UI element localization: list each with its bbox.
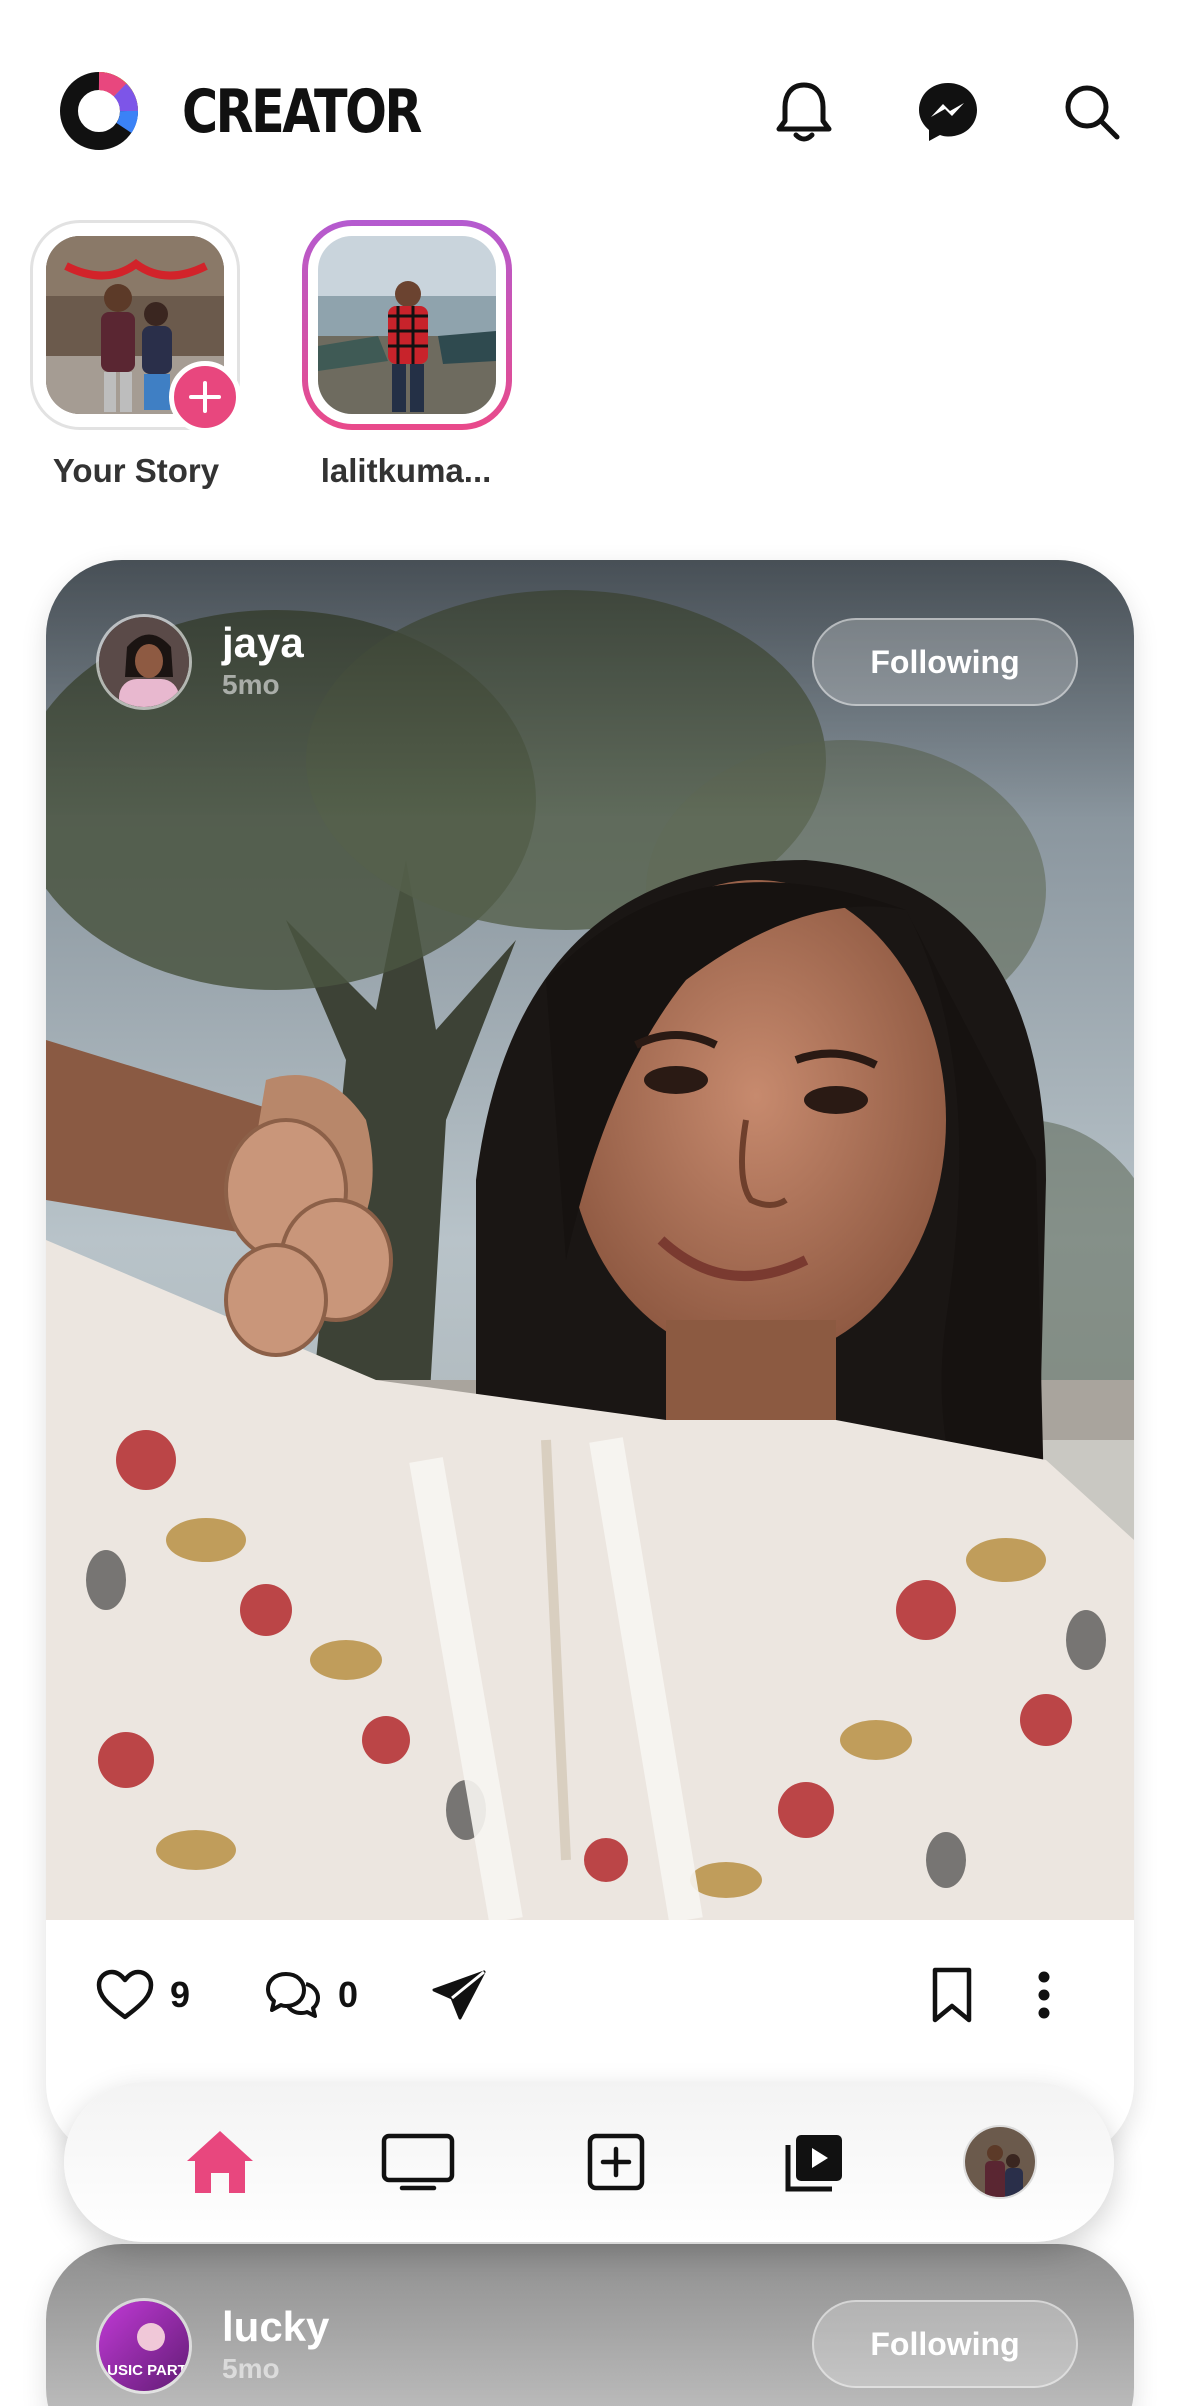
post-timestamp: 5mo — [222, 2353, 280, 2384]
nav-create[interactable] — [566, 2112, 666, 2212]
avatar-text: USIC PART — [107, 2362, 187, 2379]
comment-icon[interactable] — [264, 1970, 322, 2020]
following-button[interactable]: Following — [812, 618, 1078, 706]
add-story-button[interactable] — [169, 361, 241, 433]
more-options[interactable] — [1036, 1960, 1052, 2030]
send-icon[interactable] — [430, 1968, 488, 2022]
like-action[interactable]: 9 — [96, 1960, 190, 2030]
search-icon[interactable] — [1052, 72, 1132, 152]
post-author[interactable]: jaya 5mo — [96, 614, 304, 710]
following-button[interactable]: Following — [812, 2300, 1078, 2388]
nav-tv[interactable] — [368, 2112, 468, 2212]
post-card: jaya 5mo Following 9 0 — [46, 560, 1134, 2160]
post-author-name[interactable]: jaya — [222, 620, 304, 666]
nav-profile[interactable] — [950, 2112, 1050, 2212]
post-photo[interactable] — [46, 560, 1134, 1920]
bell-icon[interactable] — [764, 72, 844, 152]
bookmark-icon[interactable] — [930, 1966, 974, 2024]
share-action[interactable] — [430, 1960, 488, 2030]
story-your-story[interactable] — [30, 220, 241, 433]
more-vertical-icon[interactable] — [1036, 1970, 1052, 2020]
post-card: USIC PART lucky 5mo Following — [46, 2244, 1134, 2406]
story-lalitkuma[interactable] — [302, 220, 512, 430]
home-icon[interactable] — [183, 2127, 257, 2197]
post-author-avatar[interactable]: USIC PART — [96, 2298, 192, 2394]
lalitkuma-story-thumbnail — [318, 236, 496, 414]
post-author[interactable]: USIC PART lucky 5mo — [96, 2298, 329, 2394]
plus-icon — [189, 381, 221, 413]
bottom-navigation — [64, 2082, 1114, 2242]
messenger-icon[interactable] — [908, 72, 988, 152]
heart-icon[interactable] — [96, 1969, 154, 2021]
comment-action[interactable]: 0 — [264, 1960, 358, 2030]
story-label-lalitkuma: lalitkuma... — [320, 452, 492, 489]
tv-icon[interactable] — [380, 2132, 456, 2192]
comment-count: 0 — [338, 1974, 359, 2015]
profile-avatar[interactable] — [963, 2125, 1037, 2199]
brand-title: CREATOR — [182, 77, 422, 147]
like-count: 9 — [170, 1974, 191, 2015]
creator-logo-icon[interactable] — [58, 70, 140, 152]
post-timestamp: 5mo — [222, 669, 280, 700]
nav-home[interactable] — [170, 2112, 270, 2212]
post-author-avatar[interactable] — [96, 614, 192, 710]
add-post-icon[interactable] — [585, 2131, 647, 2193]
post-author-name[interactable]: lucky — [222, 2304, 329, 2350]
story-label-your-story: Your Story — [52, 452, 220, 489]
bookmark-action[interactable] — [930, 1960, 974, 2030]
app-header: CREATOR — [0, 0, 1179, 210]
post-actions-bar: 9 0 — [46, 1920, 1134, 2070]
reels-icon[interactable] — [782, 2131, 846, 2193]
nav-reels[interactable] — [764, 2112, 864, 2212]
